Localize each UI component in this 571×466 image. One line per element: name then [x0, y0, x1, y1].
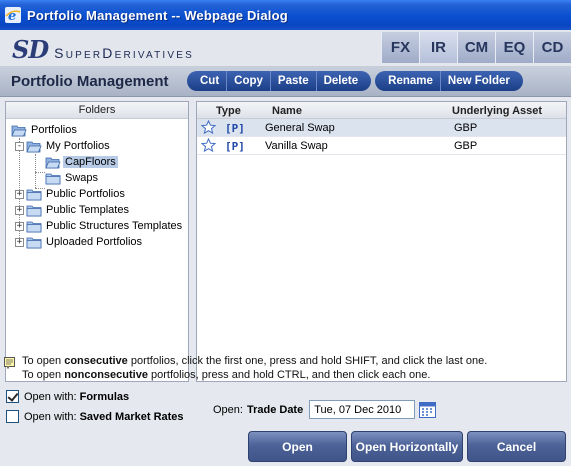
- portfolio-name: General Swap: [265, 122, 335, 134]
- tree-item-label: My Portfolios: [46, 140, 110, 152]
- logo-mark: SD: [12, 35, 49, 64]
- underlying-asset: GBP: [454, 140, 478, 152]
- brand-header: SD SuperDerivatives FX IR CM EQ CD: [0, 30, 571, 67]
- paste-button[interactable]: Paste: [271, 71, 317, 91]
- open-folder-icon: [11, 124, 27, 137]
- hint-line-nonconsecutive: To open nonconsecutive portfolios, press…: [22, 369, 430, 381]
- tree-item-public-portfolios[interactable]: + Public Portfolios: [6, 186, 188, 202]
- folder-icon: [26, 188, 42, 201]
- tab-ir[interactable]: IR: [419, 32, 457, 63]
- open-trade-date: Open: Trade Date: [213, 400, 437, 419]
- note-icon: [4, 357, 15, 369]
- rename-button[interactable]: Rename: [381, 71, 441, 91]
- expand-icon[interactable]: +: [15, 205, 24, 215]
- calendar-icon[interactable]: [419, 401, 437, 418]
- open-button[interactable]: Open: [248, 431, 347, 462]
- toolbar-folder-group: Rename New Folder: [375, 71, 523, 91]
- superderivatives-logo: SD SuperDerivatives: [12, 35, 194, 64]
- portfolio-list: Type Name Underlying Asset [P] General S…: [196, 101, 567, 382]
- hint-emphasis: consecutive: [64, 355, 128, 367]
- list-header: Type Name Underlying Asset: [197, 102, 566, 119]
- saved-rates-checkbox[interactable]: [6, 410, 19, 423]
- tree-item-label: CapFloors: [63, 156, 118, 168]
- tab-eq[interactable]: EQ: [495, 32, 533, 63]
- tree-item-public-templates[interactable]: + Public Templates: [6, 202, 188, 218]
- hint-text: To open: [22, 369, 65, 381]
- hint-text: portfolios, click the first one, press a…: [127, 355, 488, 367]
- window-titlebar[interactable]: e Portfolio Management -- Webpage Dialog: [0, 0, 571, 30]
- list-row[interactable]: [P] Vanilla Swap GBP: [197, 137, 566, 155]
- toolbar: Cut Copy Paste Delete Rename New Folder: [187, 71, 527, 91]
- tree-item-label: Portfolios: [31, 124, 77, 136]
- internet-explorer-icon: e: [5, 7, 21, 23]
- tab-fx[interactable]: FX: [381, 32, 419, 63]
- formulas-checkbox[interactable]: [6, 390, 19, 403]
- folder-icon: [26, 236, 42, 249]
- open-horizontally-button[interactable]: Open Horizontally: [351, 431, 463, 462]
- open-with-saved-rates-option[interactable]: Open with: Saved Market Rates: [6, 410, 184, 423]
- logo-name: SuperDerivatives: [54, 44, 195, 61]
- hint-line-consecutive: To open consecutive portfolios, click th…: [22, 355, 487, 367]
- underlying-asset: GBP: [454, 122, 478, 134]
- collapse-icon[interactable]: -: [15, 141, 24, 151]
- folders-header: Folders: [6, 102, 188, 119]
- asset-class-tabs: FX IR CM EQ CD: [381, 32, 571, 63]
- open-date-prefix: Open:: [213, 403, 243, 416]
- hint-emphasis: nonconsecutive: [64, 369, 148, 381]
- dialog-client: SD SuperDerivatives FX IR CM EQ CD Portf…: [0, 30, 571, 466]
- new-folder-button[interactable]: New Folder: [441, 71, 517, 91]
- tree-item-label: Swaps: [65, 172, 99, 184]
- delete-button[interactable]: Delete: [317, 71, 366, 91]
- tree-item-label: Public Portfolios: [46, 188, 125, 200]
- tree-item-my-portfolios[interactable]: - My Portfolios: [6, 138, 188, 154]
- option-prefix: Open with:: [24, 390, 77, 403]
- list-row[interactable]: [P] General Swap GBP: [197, 119, 566, 137]
- hint-text: portfolios, press and hold CTRL, and the…: [147, 369, 431, 381]
- copy-button[interactable]: Copy: [227, 71, 271, 91]
- tree-item-portfolios[interactable]: Portfolios: [6, 122, 188, 138]
- tab-cd[interactable]: CD: [533, 32, 571, 63]
- expand-icon[interactable]: +: [15, 221, 24, 231]
- tree-item-public-structures-templates[interactable]: + Public Structures Templates: [6, 218, 188, 234]
- tree-item-uploaded-portfolios[interactable]: + Uploaded Portfolios: [6, 234, 188, 250]
- trade-date-input[interactable]: [309, 400, 416, 419]
- column-header-underlying[interactable]: Underlying Asset: [452, 105, 542, 117]
- expand-icon[interactable]: +: [15, 237, 24, 247]
- portfolio-name: Vanilla Swap: [265, 140, 328, 152]
- cut-button[interactable]: Cut: [193, 71, 228, 91]
- section-bar: Portfolio Management Cut Copy Paste Dele…: [0, 67, 571, 97]
- option-label: Formulas: [79, 390, 130, 403]
- hint-text: To open: [22, 355, 65, 367]
- tree-item-label: Uploaded Portfolios: [46, 236, 143, 248]
- tab-cm[interactable]: CM: [457, 32, 495, 63]
- folder-icon: [26, 204, 42, 217]
- column-header-type[interactable]: Type: [216, 105, 241, 117]
- folder-icon: [26, 220, 42, 233]
- portfolio-type-badge: [P]: [225, 140, 245, 153]
- folders-panel: Folders Portfolios - My Portfolios CapFl…: [5, 101, 189, 382]
- tree-item-label: Public Structures Templates: [46, 220, 183, 232]
- open-folder-icon: [26, 140, 42, 153]
- portfolio-type-badge: [P]: [225, 122, 245, 135]
- favorite-star-icon[interactable]: [201, 138, 216, 153]
- tree-item-capfloors[interactable]: CapFloors: [6, 154, 188, 170]
- tree-item-swaps[interactable]: Swaps: [6, 170, 188, 186]
- option-label: Saved Market Rates: [79, 410, 184, 423]
- cancel-button[interactable]: Cancel: [467, 431, 566, 462]
- folder-tree: Portfolios - My Portfolios CapFloors Swa…: [6, 119, 188, 250]
- toolbar-edit-group: Cut Copy Paste Delete: [187, 71, 372, 91]
- favorite-star-icon[interactable]: [201, 120, 216, 135]
- option-prefix: Open with:: [24, 410, 77, 423]
- open-with-formulas-option[interactable]: Open with: Formulas: [6, 390, 129, 403]
- column-header-name[interactable]: Name: [272, 105, 302, 117]
- section-title: Portfolio Management: [11, 73, 169, 90]
- folder-icon: [45, 172, 61, 185]
- open-date-label: Trade Date: [246, 403, 304, 416]
- expand-icon[interactable]: +: [15, 189, 24, 199]
- tree-item-label: Public Templates: [46, 204, 129, 216]
- open-folder-icon: [45, 156, 61, 169]
- window-title: Portfolio Management -- Webpage Dialog: [27, 7, 288, 23]
